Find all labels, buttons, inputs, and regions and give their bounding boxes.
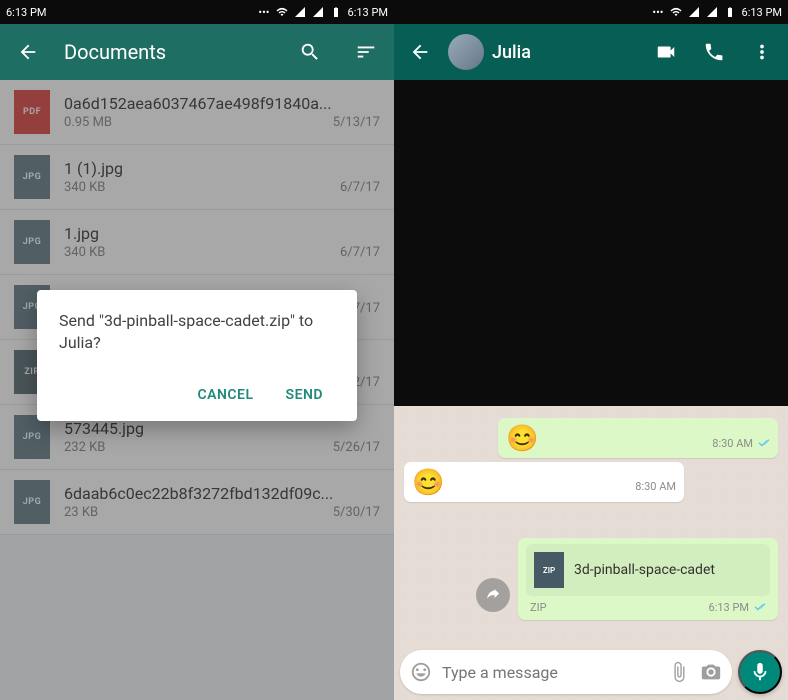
documents-header: Documents bbox=[0, 24, 394, 80]
voice-call-button[interactable] bbox=[694, 32, 734, 72]
camera-icon[interactable] bbox=[700, 661, 722, 683]
arrow-back-icon bbox=[409, 41, 431, 63]
contact-name[interactable]: Julia bbox=[492, 42, 638, 63]
file-name: 3d-pinball-space-cadet bbox=[574, 562, 762, 578]
battery-icon bbox=[330, 6, 342, 18]
read-receipt-icon bbox=[756, 436, 770, 450]
video-icon bbox=[655, 41, 677, 63]
mic-icon bbox=[749, 661, 771, 683]
file-attachment[interactable]: ZIP 3d-pinball-space-cadet bbox=[526, 544, 770, 596]
input-bar bbox=[400, 650, 782, 694]
chat-blackspace bbox=[394, 80, 788, 406]
send-button[interactable]: SEND bbox=[274, 379, 335, 411]
file-type: ZIP bbox=[530, 601, 547, 614]
phone-icon bbox=[703, 41, 725, 63]
status-time-right: 6:13 PM bbox=[742, 6, 782, 19]
mic-button[interactable] bbox=[738, 650, 782, 694]
status-icons: ••• 6:13 PM bbox=[46, 6, 388, 19]
chat-header: Julia bbox=[394, 24, 788, 80]
signal-icon-2 bbox=[706, 6, 718, 18]
forward-button[interactable] bbox=[476, 578, 510, 612]
signal-icon-2 bbox=[312, 6, 324, 18]
file-meta: ZIP 6:13 PM bbox=[526, 600, 770, 616]
video-call-button[interactable] bbox=[646, 32, 686, 72]
message-out[interactable]: 😊 8:30 AM bbox=[498, 418, 778, 458]
emoji-content: 😊 bbox=[506, 424, 538, 454]
battery-icon bbox=[724, 6, 736, 18]
sort-icon bbox=[355, 41, 377, 63]
menu-button[interactable] bbox=[742, 32, 782, 72]
status-icons: ••• 6:13 PM bbox=[400, 6, 782, 19]
message-time: 6:13 PM bbox=[709, 600, 766, 614]
cancel-button[interactable]: CANCEL bbox=[186, 379, 266, 411]
attach-icon[interactable] bbox=[668, 661, 690, 683]
signal-icon bbox=[294, 6, 306, 18]
wifi-icon bbox=[670, 6, 682, 18]
status-bar-left: 6:13 PM ••• 6:13 PM bbox=[0, 0, 394, 24]
chat-area[interactable]: 😊 8:30 AM 😊 8:30 AM ZIP 3d-pinball-space… bbox=[394, 406, 788, 700]
page-title: Documents bbox=[64, 40, 274, 64]
back-button[interactable] bbox=[8, 32, 48, 72]
arrow-back-icon bbox=[17, 41, 39, 63]
search-icon bbox=[299, 41, 321, 63]
sort-button[interactable] bbox=[346, 32, 386, 72]
forward-icon bbox=[484, 586, 502, 604]
more-dots-icon: ••• bbox=[652, 6, 663, 19]
dialog-actions: CANCEL SEND bbox=[59, 379, 335, 411]
read-receipt-icon bbox=[752, 600, 766, 614]
avatar[interactable] bbox=[448, 34, 484, 70]
message-time: 8:30 AM bbox=[712, 436, 770, 450]
back-button[interactable] bbox=[400, 32, 440, 72]
dialog-scrim[interactable]: Send "3d-pinball-space-cadet.zip" to Jul… bbox=[0, 80, 394, 700]
more-dots-icon: ••• bbox=[258, 6, 269, 19]
message-input[interactable] bbox=[442, 663, 658, 682]
emoji-icon[interactable] bbox=[410, 661, 432, 683]
status-time: 6:13 PM bbox=[6, 6, 46, 19]
zip-icon: ZIP bbox=[534, 552, 564, 588]
message-input-box[interactable] bbox=[400, 650, 732, 694]
confirm-dialog: Send "3d-pinball-space-cadet.zip" to Jul… bbox=[37, 290, 357, 421]
signal-icon bbox=[688, 6, 700, 18]
emoji-content: 😊 bbox=[412, 468, 444, 498]
status-time-right: 6:13 PM bbox=[348, 6, 388, 19]
message-in[interactable]: 😊 8:30 AM bbox=[404, 462, 684, 502]
time-text: 6:13 PM bbox=[709, 601, 749, 614]
time-text: 8:30 AM bbox=[712, 437, 753, 450]
wifi-icon bbox=[276, 6, 288, 18]
status-bar-right: ••• 6:13 PM bbox=[394, 0, 788, 24]
file-message-out[interactable]: ZIP 3d-pinball-space-cadet ZIP 6:13 PM bbox=[518, 538, 778, 620]
more-vert-icon bbox=[751, 41, 773, 63]
documents-pane: 6:13 PM ••• 6:13 PM Documents PDF 0a6d15… bbox=[0, 0, 394, 700]
dialog-message: Send "3d-pinball-space-cadet.zip" to Jul… bbox=[59, 310, 335, 355]
message-time: 8:30 AM bbox=[635, 480, 676, 493]
search-button[interactable] bbox=[290, 32, 330, 72]
chat-pane: ••• 6:13 PM Julia 😊 8:30 AM bbox=[394, 0, 788, 700]
